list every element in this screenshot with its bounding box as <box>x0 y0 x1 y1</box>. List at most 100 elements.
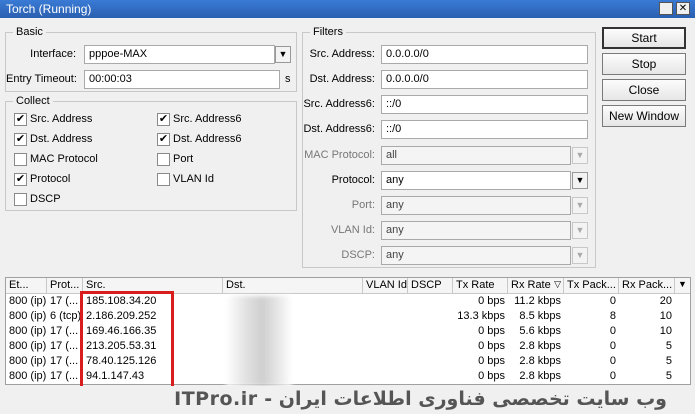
basic-group-title: Basic <box>13 26 46 38</box>
mac-protocol-checkbox-label: MAC Protocol <box>30 153 98 165</box>
interface-label: Interface: <box>30 48 76 60</box>
watermark-text: وب سایت تخصصی فناوری اطلاعات ایران - ITP… <box>174 388 667 410</box>
row-ethertype: 800 (ip) <box>9 310 47 322</box>
column-header-protocol[interactable]: Prot... <box>47 278 83 294</box>
row-rx-packets: 20 <box>659 295 672 307</box>
dst-address6-filter-input[interactable]: ::/0 <box>381 120 588 139</box>
entry-timeout-unit: s <box>285 73 291 85</box>
protocol-dropdown-icon[interactable]: ▼ <box>572 172 588 189</box>
column-header-rx-rate-label: Rx Rate <box>511 279 551 291</box>
entry-timeout-input[interactable]: 00:00:03 <box>84 70 280 89</box>
row-protocol: 17 (... <box>50 370 79 382</box>
dst-address6-checkbox[interactable]: ✔ <box>157 133 170 146</box>
row-rx-rate: 8.5 kbps <box>519 310 561 322</box>
row-tx-packets: 8 <box>609 310 616 322</box>
new-window-button[interactable]: New Window <box>602 105 686 127</box>
row-rx-rate: 11.2 kbps <box>514 295 561 307</box>
protocol-filter-select[interactable]: any <box>381 171 571 190</box>
minimize-icon[interactable] <box>659 2 673 15</box>
row-ethertype: 800 (ip) <box>9 295 47 307</box>
row-tx-rate: 0 bps <box>478 355 505 367</box>
mac-protocol-dropdown-icon[interactable]: ▼ <box>572 147 588 164</box>
column-header-vlan-id[interactable]: VLAN Id <box>363 278 408 294</box>
dscp-checkbox[interactable] <box>14 193 27 206</box>
row-ethertype: 800 (ip) <box>9 340 47 352</box>
src-address6-checkbox[interactable]: ✔ <box>157 113 170 126</box>
dst-address-checkbox-label: Dst. Address <box>30 133 93 145</box>
stop-button[interactable]: Stop <box>602 53 686 75</box>
row-tx-packets: 0 <box>609 340 616 352</box>
row-rx-rate: 2.8 kbps <box>519 370 561 382</box>
row-ethertype: 800 (ip) <box>9 370 47 382</box>
window-titlebar: Torch (Running) ✕ <box>0 0 695 18</box>
dst-address-filter-label: Dst. Address: <box>309 73 375 85</box>
row-tx-rate: 0 bps <box>478 325 505 337</box>
row-ethertype: 800 (ip) <box>9 355 47 367</box>
column-header-tx-packets[interactable]: Tx Pack... <box>564 278 619 294</box>
vlan-id-filter-label: VLAN Id: <box>330 224 375 236</box>
column-header-tx-rate[interactable]: Tx Rate <box>453 278 508 294</box>
dst-address6-checkbox-label: Dst. Address6 <box>173 133 242 145</box>
filters-group-title: Filters <box>310 26 346 38</box>
start-button[interactable]: Start <box>602 27 686 49</box>
vlan-id-checkbox[interactable] <box>157 173 170 186</box>
row-tx-rate: 13.3 kbps <box>457 310 505 322</box>
row-tx-packets: 0 <box>609 325 616 337</box>
column-menu-dropdown-icon[interactable]: ▼ <box>675 278 690 294</box>
src-address-checkbox[interactable]: ✔ <box>14 113 27 126</box>
port-checkbox[interactable] <box>157 153 170 166</box>
row-rx-packets: 5 <box>665 370 672 382</box>
src-address-checkbox-label: Src. Address <box>30 113 93 125</box>
row-protocol: 6 (tcp) <box>50 310 82 322</box>
close-button[interactable]: Close <box>602 79 686 101</box>
dst-address-filter-input[interactable]: 0.0.0.0/0 <box>381 70 588 89</box>
row-rx-rate: 2.8 kbps <box>519 340 561 352</box>
port-filter-select[interactable]: any <box>381 196 571 215</box>
vlan-id-filter-select[interactable]: any <box>381 221 571 240</box>
src-highlight-box <box>80 291 174 390</box>
dscp-dropdown-icon[interactable]: ▼ <box>572 247 588 264</box>
mac-protocol-filter-select[interactable]: all <box>381 146 571 165</box>
port-dropdown-icon[interactable]: ▼ <box>572 197 588 214</box>
column-header-dst[interactable]: Dst. <box>223 278 363 294</box>
row-rx-rate: 5.6 kbps <box>519 325 561 337</box>
row-rx-packets: 10 <box>659 310 672 322</box>
column-header-rx-packets[interactable]: Rx Pack... <box>619 278 675 294</box>
src-address-filter-label: Src. Address: <box>309 48 375 60</box>
sort-descending-icon: ▽ <box>554 279 561 289</box>
row-protocol: 17 (... <box>50 355 79 367</box>
row-protocol: 17 (... <box>50 295 79 307</box>
mac-protocol-filter-label: MAC Protocol: <box>304 149 375 161</box>
row-tx-rate: 0 bps <box>478 370 505 382</box>
row-tx-packets: 0 <box>609 295 616 307</box>
protocol-checkbox[interactable]: ✔ <box>14 173 27 186</box>
row-tx-packets: 0 <box>609 370 616 382</box>
dst-redacted-blur <box>226 296 292 386</box>
dscp-filter-select[interactable]: any <box>381 246 571 265</box>
interface-dropdown-icon[interactable]: ▼ <box>275 46 291 63</box>
column-header-dscp[interactable]: DSCP <box>408 278 453 294</box>
row-rx-packets: 5 <box>665 340 672 352</box>
dscp-checkbox-label: DSCP <box>30 193 61 205</box>
close-icon[interactable]: ✕ <box>676 2 690 15</box>
protocol-checkbox-label: Protocol <box>30 173 71 185</box>
mac-protocol-checkbox[interactable] <box>14 153 27 166</box>
row-protocol: 17 (... <box>50 325 79 337</box>
src-address-filter-input[interactable]: 0.0.0.0/0 <box>381 45 588 64</box>
entry-timeout-label: Entry Timeout: <box>6 73 77 85</box>
port-filter-label: Port: <box>351 199 375 211</box>
vlan-id-dropdown-icon[interactable]: ▼ <box>572 222 588 239</box>
dst-address6-filter-label: Dst. Address6: <box>303 123 375 135</box>
src-address6-filter-input[interactable]: ::/0 <box>381 95 588 114</box>
column-header-ethertype[interactable]: Et... <box>6 278 47 294</box>
row-tx-packets: 0 <box>609 355 616 367</box>
row-ethertype: 800 (ip) <box>9 325 47 337</box>
column-header-rx-rate[interactable]: Rx Rate ▽ <box>508 278 564 294</box>
protocol-filter-label: Protocol: <box>331 174 375 186</box>
row-protocol: 17 (... <box>50 340 79 352</box>
dscp-filter-label: DSCP: <box>341 249 375 261</box>
row-tx-rate: 0 bps <box>478 295 505 307</box>
row-tx-rate: 0 bps <box>478 340 505 352</box>
dst-address-checkbox[interactable]: ✔ <box>14 133 27 146</box>
interface-select[interactable]: pppoe-MAX <box>84 45 275 64</box>
